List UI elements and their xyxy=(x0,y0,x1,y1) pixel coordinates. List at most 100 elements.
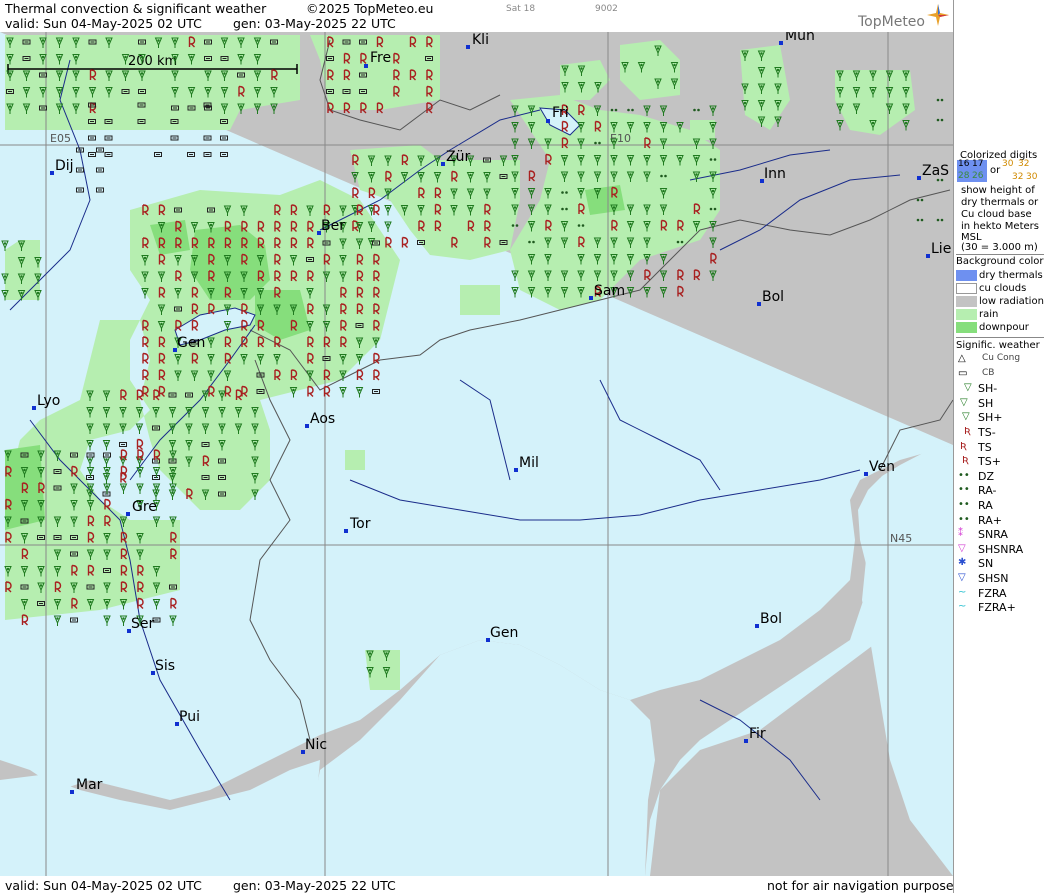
legend-wx-ra: RA xyxy=(978,499,993,512)
legend-wx-cb: CB xyxy=(982,367,995,378)
day-code: Sat 18 xyxy=(506,4,536,14)
legend-wx-sh--icon: ▽ xyxy=(962,411,970,423)
city-label-nic: Nic xyxy=(305,737,327,753)
city-label-ven: Ven xyxy=(869,459,895,475)
legend-wx-dz-icon: •• xyxy=(958,469,970,481)
grid-label-e05: E05 xyxy=(50,132,71,145)
legend-digit-b1: 30 xyxy=(1002,159,1014,169)
navigation-disclaimer: not for air navigation purposes xyxy=(767,878,961,893)
legend-wx-sh--icon: ▽ xyxy=(964,382,972,394)
legend-weather-title: Signific. weather xyxy=(956,340,1040,351)
legend-bg-cu-clouds: cu clouds xyxy=(979,283,1027,294)
city-marker xyxy=(926,254,930,258)
city-label-mil: Mil xyxy=(519,455,539,471)
legend-wx-dz: DZ xyxy=(978,469,995,483)
city-marker xyxy=(305,424,309,428)
legend-wx-ts--icon: Ʀ xyxy=(962,455,969,467)
city-label-kli: Kli xyxy=(472,32,489,48)
legend-panel: Colorized digits 16 17 28 26 or 30 32 32… xyxy=(953,0,1045,893)
city-label-zas: ZaS xyxy=(922,163,949,179)
legend-wx-cu-cong-icon: △ xyxy=(958,353,966,364)
city-marker xyxy=(70,790,74,794)
legend-wx-shsnra: SHSNRA xyxy=(978,542,1024,556)
legend-background-title: Background color xyxy=(956,256,1044,267)
city-marker xyxy=(50,171,54,175)
city-label-lie: Lie xyxy=(931,241,951,257)
city-marker xyxy=(755,624,759,628)
legend-desc-3: Cu cloud base xyxy=(961,209,1032,220)
swatch-downpour xyxy=(956,322,977,333)
legend-wx-fzra--icon: ~ xyxy=(958,601,967,613)
topmeteo-logo: TopMeteo xyxy=(858,14,925,30)
city-label-sam: Sam xyxy=(594,283,625,299)
city-marker xyxy=(757,302,761,306)
city-marker xyxy=(589,296,593,300)
legend-wx-sn: SN xyxy=(978,557,994,571)
legend-bg-downpour: downpour xyxy=(979,322,1029,333)
city-label-ber: Ber xyxy=(321,218,345,234)
legend-wx-shsnra-icon: ▽ xyxy=(958,542,966,554)
legend-wx-ra-icon: •• xyxy=(958,499,970,510)
legend-wx-ts-: TS+ xyxy=(978,455,1001,469)
swatch-dry-thermals xyxy=(956,270,977,281)
legend-digit-a1: 16 xyxy=(958,159,970,169)
city-label-lyo: Lyo xyxy=(37,393,60,409)
legend-digit-c2: 26 xyxy=(972,171,984,181)
city-label-gen: Gen xyxy=(177,335,205,351)
map-header: Thermal convection & significant weather… xyxy=(0,0,953,32)
copyright: ©2025 TopMeteo.eu xyxy=(306,1,434,16)
legend-wx-fzra-icon: ~ xyxy=(958,586,967,598)
legend-wx-ra-: RA+ xyxy=(978,513,1002,527)
legend-desc-6: (30 = 3.000 m) xyxy=(961,242,1038,253)
city-label-mar: Mar xyxy=(76,777,103,793)
city-marker xyxy=(441,162,445,166)
legend-wx-cb-icon: ▭ xyxy=(958,367,968,379)
city-marker xyxy=(514,468,518,472)
legend-wx-shsn: SHSN xyxy=(978,572,1009,585)
legend-wx-sh-icon: ▽ xyxy=(960,396,968,408)
legend-wx-sh-: SH- xyxy=(978,382,998,396)
legend-digit-a2: 17 xyxy=(972,159,984,169)
legend-wx-sh-: SH+ xyxy=(978,411,1003,425)
city-marker xyxy=(32,406,36,410)
legend-desc-1: show height of xyxy=(961,185,1035,196)
city-marker xyxy=(344,529,348,533)
grid-label-n45: N45 xyxy=(890,532,912,545)
city-marker xyxy=(779,41,783,45)
generated-time: gen: 03-May-2025 22 UTC xyxy=(233,16,396,31)
legend-wx-ra--icon: •• xyxy=(958,513,970,525)
city-label-pui: Pui xyxy=(179,709,200,725)
legend-wx-sh: SH xyxy=(978,396,994,410)
legend-digit-d1: 32 xyxy=(1012,172,1024,182)
compass-star-icon xyxy=(927,4,949,26)
legend-wx-cu-cong: Cu Cong xyxy=(982,353,1021,363)
city-label-zür: Zür xyxy=(446,149,470,165)
city-label-fri: Fri xyxy=(552,105,569,121)
city-label-bol: Bol xyxy=(762,289,784,305)
city-label-aos: Aos xyxy=(310,411,335,427)
footer-valid-time: valid: Sun 04-May-2025 02 UTC xyxy=(5,878,202,893)
legend-digit-b2: 32 xyxy=(1018,159,1030,169)
city-label-gre: Gre xyxy=(132,499,157,515)
city-label-fre: Fre xyxy=(370,50,391,66)
swatch-cu-clouds xyxy=(956,283,977,294)
city-marker xyxy=(126,512,130,516)
city-marker xyxy=(466,45,470,49)
legend-wx-sn-icon: ✱ xyxy=(958,557,967,569)
legend-wx-fzra: FZRA xyxy=(978,586,1007,600)
legend-wx-ra--icon: •• xyxy=(958,484,970,496)
legend-wx-fzra-: FZRA+ xyxy=(978,601,1016,615)
weather-map[interactable]: E05 E10 N45 200 km Kli MunFreFriDijZürInn… xyxy=(0,32,953,876)
legend-wx-ra-: RA- xyxy=(978,484,997,498)
legend-bg-low-radiation: low radiation xyxy=(979,296,1044,307)
city-label-sis: Sis xyxy=(155,658,175,674)
code: 9002 xyxy=(595,4,618,14)
legend-wx-ts-: TS- xyxy=(978,426,996,439)
city-label-mun: Mun xyxy=(785,32,815,44)
legend-wx-snra-icon: ⁑ xyxy=(958,528,963,540)
city-label-inn: Inn xyxy=(764,166,786,182)
city-marker xyxy=(864,472,868,476)
city-label-ser: Ser xyxy=(131,616,155,632)
legend-wx-ts--icon: Ʀ xyxy=(964,426,971,437)
scale-label: 200 km xyxy=(128,54,177,69)
